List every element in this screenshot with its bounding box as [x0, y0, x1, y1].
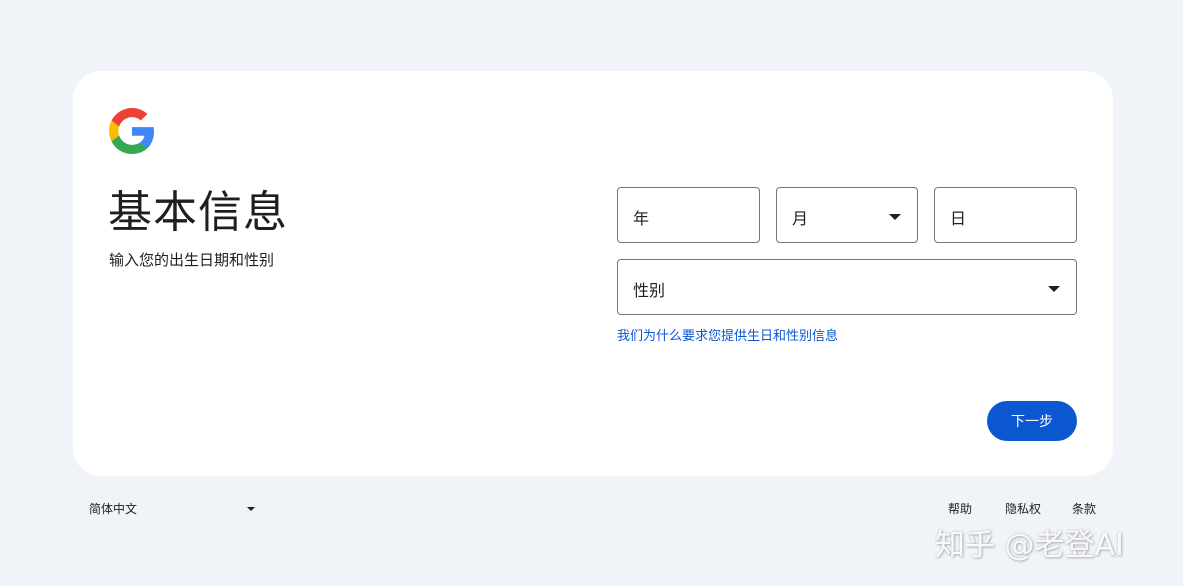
day-field-label: 日: [950, 209, 967, 228]
year-field[interactable]: 年: [617, 187, 760, 243]
day-field[interactable]: 日: [934, 187, 1077, 243]
next-button[interactable]: 下一步: [987, 401, 1077, 441]
watermark: 知乎 @老登AI: [935, 528, 1124, 563]
gender-select-label: 性别: [633, 281, 666, 300]
month-select-label: 月: [792, 209, 809, 228]
chevron-down-icon: [889, 214, 901, 220]
language-select-label: 简体中文: [89, 502, 138, 516]
month-select[interactable]: 月: [776, 187, 918, 243]
help-link[interactable]: 帮助: [948, 500, 972, 517]
chevron-down-icon: [247, 507, 255, 511]
language-select[interactable]: 简体中文: [89, 500, 259, 517]
why-birthday-gender-link[interactable]: 我们为什么要求您提供生日和性别信息: [617, 325, 838, 344]
page-title: 基本信息: [108, 187, 288, 238]
terms-link[interactable]: 条款: [1072, 500, 1096, 517]
chevron-down-icon: [1048, 286, 1060, 292]
page-subtitle: 输入您的出生日期和性别: [109, 251, 275, 269]
google-logo: [109, 108, 155, 154]
gender-select[interactable]: 性别: [617, 259, 1077, 315]
privacy-link[interactable]: 隐私权: [1005, 500, 1041, 517]
year-field-label: 年: [633, 209, 650, 228]
signup-card: 基本信息 输入您的出生日期和性别 年 月 日 性别 我们为什么要求您提供生日和性…: [73, 71, 1113, 476]
